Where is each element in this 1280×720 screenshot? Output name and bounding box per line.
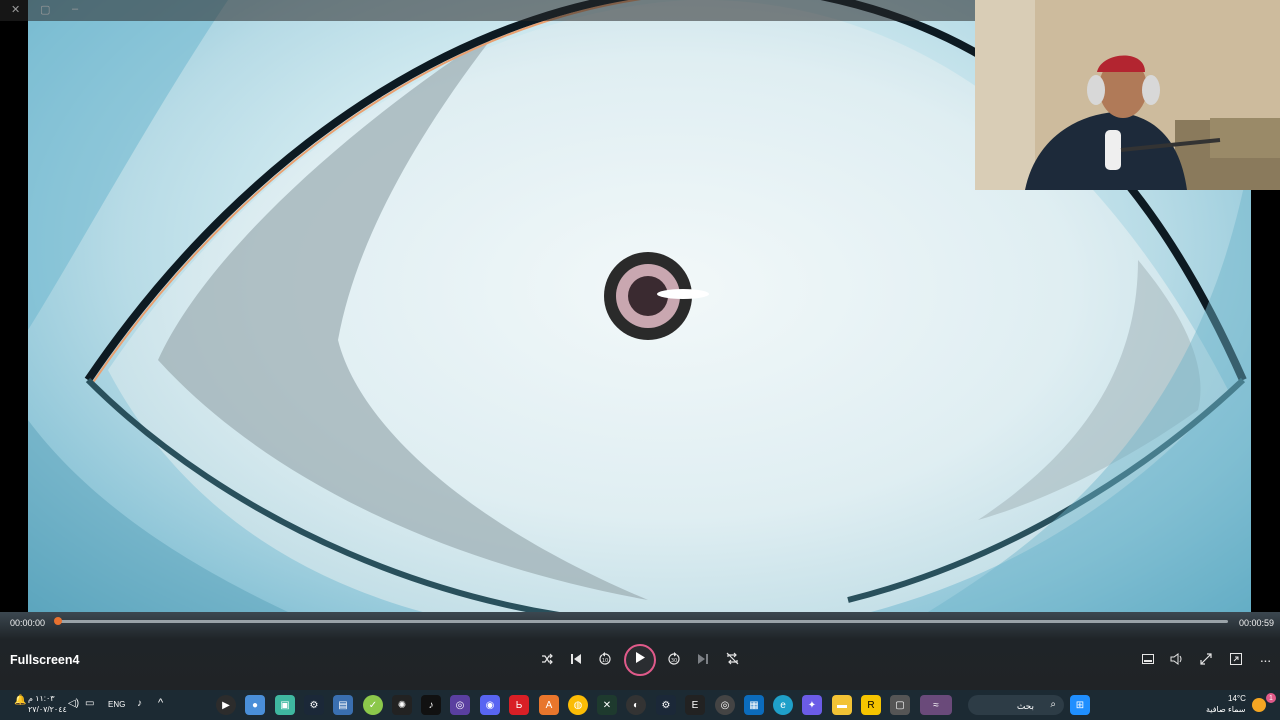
search-icon: ⌕ [1050,699,1056,710]
network-icon[interactable]: ▭ [85,698,94,709]
file-explorer-app-icon[interactable]: ▬ [832,695,852,715]
more-icon: ··· [1259,652,1272,668]
openai-app-icon[interactable]: ✺ [392,695,412,715]
restore-icon[interactable]: ▢ [40,3,50,16]
shuffle-button[interactable] [536,649,558,671]
media-player-window: ✕ ▢ – 00:00:00 00:00:59 Fullscreen4 10 3… [0,0,1280,720]
rewind-10-icon: 10 [598,651,612,669]
webcam-overlay [975,0,1280,190]
rewind-10-button[interactable]: 10 [594,649,616,671]
orange-app-icon[interactable]: A [539,695,559,715]
steam-app-icon-2[interactable]: ⚙ [656,695,676,715]
play-icon [634,651,646,669]
volume-button[interactable] [1166,649,1188,671]
weather-description[interactable]: سماء صافية [1206,705,1246,714]
previous-button[interactable] [565,649,587,671]
picture-in-picture-icon [1230,652,1242,668]
media-title: Fullscreen4 [10,653,80,667]
discord-app-icon[interactable]: ◉ [480,695,500,715]
chrome-app-icon[interactable]: ◍ [568,695,588,715]
taskbar-search-box[interactable]: بحث ⌕ [968,695,1064,715]
minimize-icon[interactable]: – [72,3,78,15]
play-button[interactable] [624,644,656,676]
forward-30-icon: 30 [667,651,681,669]
forward-30-button[interactable]: 30 [663,649,685,671]
shuffle-icon [541,653,553,668]
player-controls: 00:00:00 00:00:59 Fullscreen4 10 30 ··· [0,612,1280,690]
speaker-icon[interactable]: ◁) [68,698,79,709]
chat-app-icon[interactable]: ● [245,695,265,715]
svg-text:10: 10 [602,658,608,664]
rockstar-app-icon[interactable]: R [861,695,881,715]
game-controller-app-icon[interactable]: ◎ [450,695,470,715]
skip-previous-icon [570,653,582,668]
skip-next-icon [697,653,709,668]
notification-bell-icon[interactable]: 🔔 [14,695,26,706]
total-time: 00:00:59 [1239,618,1275,628]
xbox-app-icon[interactable]: ✕ [597,695,617,715]
microphone-icon[interactable]: ♪ [137,698,142,709]
media-player-app-icon[interactable]: ▶ [216,695,236,715]
copilot-app-icon[interactable]: ✦ [802,695,822,715]
repeat-button[interactable] [721,649,743,671]
tiktok-app-icon[interactable]: ♪ [421,695,441,715]
windows-taskbar: 🔔 ١١:٠٣ م ٢٧/٠٧/٢٠٤٤ ◁) ▭ ENG ♪ ^ ▶ ● ▣ … [0,690,1280,720]
green-app-icon[interactable]: ✓ [363,695,383,715]
start-windows-icon[interactable]: ⊞ [1070,695,1090,715]
seek-bar[interactable] [54,617,1228,625]
store-app-icon[interactable]: ▦ [744,695,764,715]
weather-moon-icon[interactable] [1252,698,1266,712]
search-placeholder: بحث [1016,701,1034,711]
miniplayer-button[interactable] [1137,649,1159,671]
seek-thumb[interactable] [54,617,62,625]
fullscreen-button[interactable] [1195,649,1217,671]
current-time: 00:00:00 [10,618,46,628]
app-icon-circle[interactable]: ◎ [715,695,735,715]
next-button[interactable] [692,649,714,671]
window-title-strip: ✕ ▢ – [0,0,975,21]
window-app-icon[interactable]: ▢ [890,695,910,715]
compact-overlay-button[interactable] [1225,649,1247,671]
terminal-app-icon[interactable]: ▣ [275,695,295,715]
widget-app-icon[interactable]: ≈ [920,695,952,715]
clock-date[interactable]: ٢٧/٠٧/٢٠٤٤ [28,705,67,714]
close-icon[interactable]: ✕ [11,3,20,16]
clock-time[interactable]: ١١:٠٣ م [28,694,55,703]
streamer-webcam-image [975,0,1280,190]
obs-app-icon[interactable]: ◐ [626,695,646,715]
red-app-icon[interactable]: Ь [509,695,529,715]
svg-text:30: 30 [671,658,677,664]
notification-badge: 1 [1266,693,1276,703]
epic-games-app-icon[interactable]: E [685,695,705,715]
edge-app-icon[interactable]: e [773,695,793,715]
more-options-button[interactable]: ··· [1254,649,1276,671]
language-indicator[interactable]: ENG [108,700,125,709]
weather-temperature[interactable]: 14°C [1228,694,1246,703]
tray-overflow-chevron-icon[interactable]: ^ [158,697,163,709]
fullscreen-icon [1200,652,1212,668]
steam-app-icon[interactable]: ⚙ [304,695,324,715]
volume-icon [1170,652,1184,668]
folder-blue-app-icon[interactable]: ▤ [333,695,353,715]
repeat-off-icon [726,652,739,668]
miniplayer-icon [1142,653,1154,667]
